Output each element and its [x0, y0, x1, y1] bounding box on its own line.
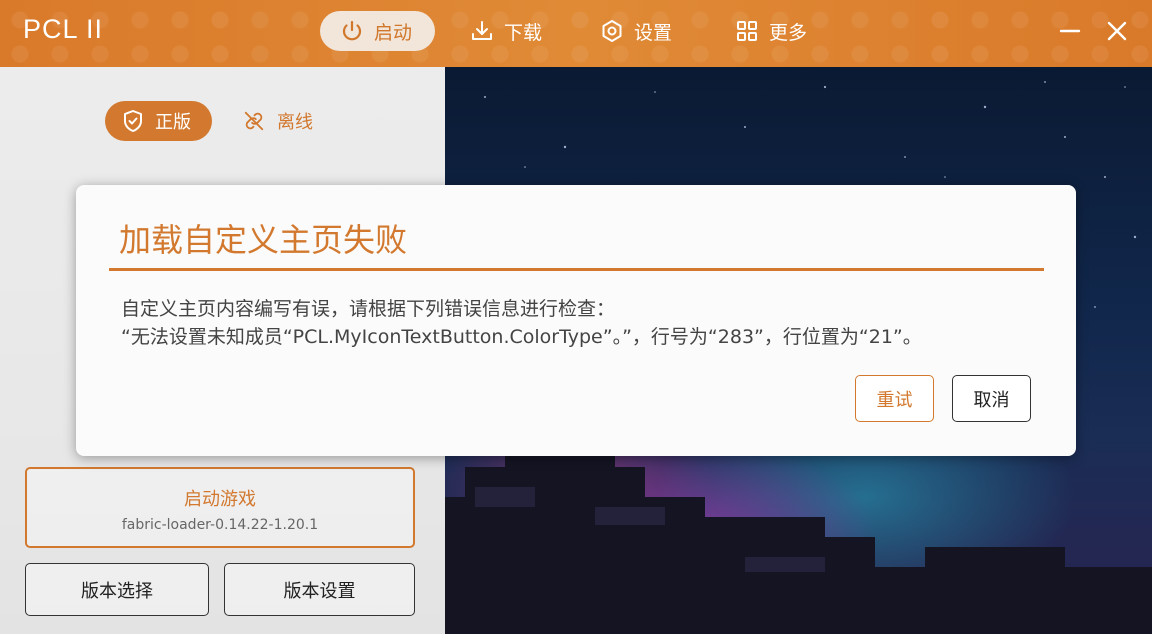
nav-launch[interactable]: 启动 [320, 11, 435, 51]
broken-link-icon [244, 111, 264, 131]
cancel-button[interactable]: 取消 [952, 375, 1031, 422]
nav-settings-label: 设置 [634, 21, 673, 44]
app-logo: PCL II [23, 14, 104, 44]
launch-game-button[interactable]: 启动游戏 fabric-loader-0.14.22-1.20.1 [25, 467, 415, 548]
grid-icon [737, 21, 757, 41]
account-official-label: 正版 [155, 112, 191, 133]
minimize-icon[interactable] [1055, 16, 1085, 46]
power-icon [342, 20, 362, 41]
account-official-tab[interactable]: 正版 [105, 101, 212, 141]
version-settings-button[interactable]: 版本设置 [224, 563, 415, 616]
title-bar: PCL II 启动 下载 设置 更多 [0, 0, 1152, 67]
nav-download[interactable]: 下载 [470, 11, 542, 51]
account-offline-tab[interactable]: 离线 [243, 101, 313, 141]
error-dialog: 加载自定义主页失败 自定义主页内容编写有误，请根据下列错误信息进行检查： “无法… [76, 185, 1076, 456]
shield-icon [124, 110, 142, 132]
download-icon [472, 21, 492, 40]
version-select-button[interactable]: 版本选择 [25, 563, 209, 616]
dialog-title: 加载自定义主页失败 [119, 221, 408, 259]
account-offline-label: 离线 [277, 112, 313, 133]
nav-more[interactable]: 更多 [735, 11, 807, 51]
dialog-message: 自定义主页内容编写有误，请根据下列错误信息进行检查： “无法设置未知成员“PCL… [121, 295, 922, 351]
settings-icon [602, 20, 622, 42]
dialog-divider [109, 268, 1044, 271]
launch-version-label: fabric-loader-0.14.22-1.20.1 [121, 517, 319, 533]
launch-game-label: 启动游戏 [184, 489, 256, 510]
nav-launch-label: 启动 [374, 21, 413, 44]
nav-download-label: 下载 [504, 21, 543, 44]
nav-more-label: 更多 [769, 21, 808, 44]
retry-button[interactable]: 重试 [855, 375, 934, 422]
nav-settings[interactable]: 设置 [600, 11, 672, 51]
dialog-message-line1: 自定义主页内容编写有误，请根据下列错误信息进行检查： [121, 298, 616, 320]
close-icon[interactable] [1102, 16, 1132, 46]
dialog-message-line2: “无法设置未知成员“PCL.MyIconTextButton.ColorType… [121, 326, 922, 348]
